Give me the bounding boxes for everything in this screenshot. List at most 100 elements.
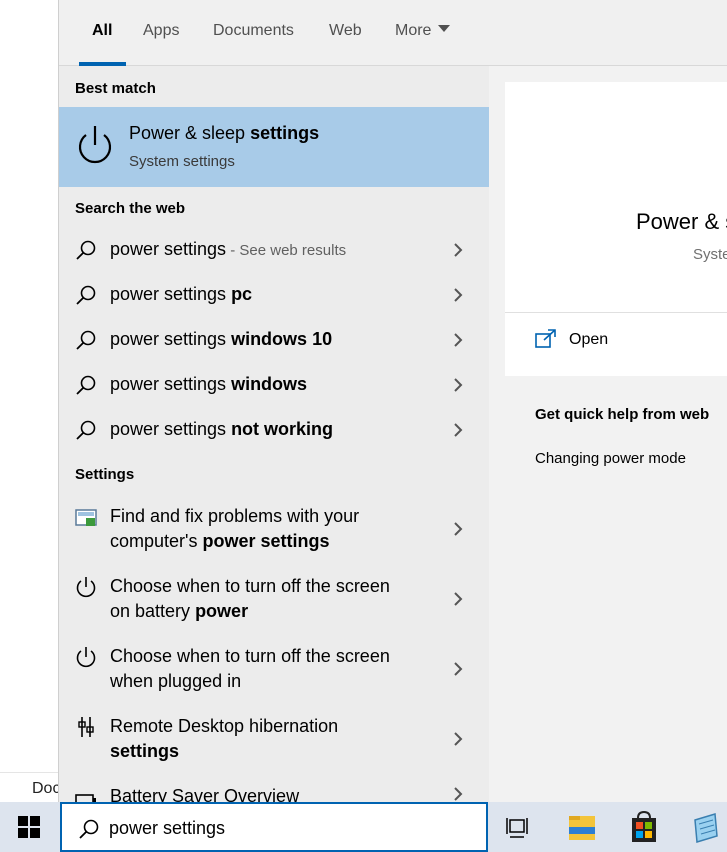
tab-all[interactable]: All [92,22,112,40]
chevron-right-icon [454,662,463,676]
settings-result-line1: Battery Saver Overview [110,786,300,802]
best-match-result[interactable]: Power & sleep settings System settings [59,107,489,187]
settings-result-text: Find and fix problems with your computer… [110,504,359,554]
chevron-right-icon [454,522,463,536]
open-label: Open [569,331,609,348]
best-match-title-bold: settings [250,123,320,143]
settings-result-text: Choose when to turn off the screen when … [110,644,390,694]
tab-apps[interactable]: Apps [143,22,179,40]
task-view-icon[interactable] [496,806,540,850]
settings-result-text: Choose when to turn off the screen on ba… [110,574,390,624]
settings-result-line2: settings [110,739,338,764]
best-match-heading: Best match [75,80,156,97]
tab-more-label: More [395,22,432,39]
settings-result-line2-plain: computer's [110,531,203,551]
search-icon [76,375,96,395]
web-result-text: power settings pc [110,282,252,308]
web-result-text: power settings - See web results [110,237,346,263]
settings-result-line2: when plugged in [110,669,390,694]
web-result-row[interactable]: power settings - See web results [59,228,489,272]
search-tabs: All Apps Documents Web More [59,0,727,66]
chevron-right-icon [454,423,463,437]
web-result-row[interactable]: power settings windows 10 [59,318,489,362]
chevron-right-icon [454,243,463,257]
search-icon [76,285,96,305]
web-result-plain: power settings [110,284,232,304]
quick-help-link[interactable]: Changing power mode [535,450,686,467]
web-result-text: power settings windows [110,372,307,398]
results-list: Best match Power & sleep settings System… [59,66,489,802]
search-icon [79,819,99,839]
web-result-plain: power settings [110,374,232,394]
web-result-bold: not working [231,419,334,439]
best-match-subtitle: System settings [129,153,235,170]
web-result-row[interactable]: power settings not working [59,408,489,452]
notepad-icon[interactable] [683,806,727,850]
search-icon [76,240,96,260]
search-input[interactable] [109,814,469,842]
store-icon[interactable] [622,806,666,850]
windows-logo-icon [18,816,40,838]
battery-icon [75,794,96,802]
troubleshoot-icon [75,509,97,526]
tab-more[interactable]: More [395,22,451,40]
background-doc-label: Doc [32,780,61,797]
power-icon [78,126,112,164]
web-result-plain: power settings [110,419,232,439]
settings-result-line2-bold: power [195,601,249,621]
settings-result-line2-bold: settings [110,741,180,761]
settings-result-line2: on battery power [110,599,390,624]
web-result-suffix: - See web results [226,242,347,259]
settings-result-line2-plain: when plugged in [110,671,242,691]
power-icon [76,647,96,668]
settings-result-row[interactable]: Choose when to turn off the screen when … [59,634,489,704]
web-result-row[interactable]: power settings windows [59,363,489,407]
settings-result-row[interactable]: Choose when to turn off the screen on ba… [59,564,489,634]
remote-desktop-icon [78,717,94,737]
settings-result-line1: Remote Desktop hibernation [110,716,339,736]
quick-help-heading: Get quick help from web [535,406,710,423]
search-panel: All Apps Documents Web More Best match P… [58,0,727,802]
chevron-right-icon [454,378,463,392]
web-result-bold: pc [231,284,253,304]
settings-result-text: Battery Saver Overview [110,784,299,802]
chevron-right-icon [454,333,463,347]
best-match-title: Power & sleep settings [129,123,319,144]
search-web-heading: Search the web [75,200,186,217]
best-match-title-plain: Power & sleep [129,123,251,143]
web-result-text: power settings not working [110,417,333,443]
web-result-row[interactable]: power settings pc [59,273,489,317]
preview-title: Power & sleep settings [636,209,727,234]
settings-result-text: Remote Desktop hibernation settings [110,714,338,764]
web-result-text: power settings windows 10 [110,327,332,353]
tab-web[interactable]: Web [329,22,362,40]
settings-result-line2: computer's power settings [110,529,359,554]
settings-result-row[interactable]: Battery Saver Overview [59,774,489,802]
web-result-plain: power settings [110,239,227,259]
settings-result-line2-bold: power settings [202,531,330,551]
file-explorer-icon[interactable] [560,806,604,850]
preview-subtitle: System settings [693,246,727,263]
settings-result-row[interactable]: Remote Desktop hibernation settings [59,704,489,774]
open-external-icon [535,329,556,348]
tab-documents[interactable]: Documents [213,22,294,40]
chevron-right-icon [454,592,463,606]
settings-result-row[interactable]: Find and fix problems with your computer… [59,494,489,564]
settings-result-line2-plain: on battery [110,601,196,621]
web-result-bold: windows [231,374,308,394]
caret-down-icon [438,25,451,33]
chevron-right-icon [454,288,463,302]
settings-result-line1: Choose when to turn off the screen [110,576,390,596]
search-icon [76,420,96,440]
open-button[interactable]: Open [505,312,727,376]
chevron-right-icon [454,787,463,801]
settings-result-line1: Choose when to turn off the screen [110,646,390,666]
settings-heading: Settings [75,466,135,483]
result-preview-pane: Power & sleep settings System settings O… [489,66,727,802]
chevron-right-icon [454,732,463,746]
search-icon [76,330,96,350]
web-result-plain: power settings [110,329,232,349]
start-button[interactable] [0,802,58,852]
taskbar-search-box[interactable] [60,802,488,852]
web-result-bold: windows 10 [231,329,333,349]
